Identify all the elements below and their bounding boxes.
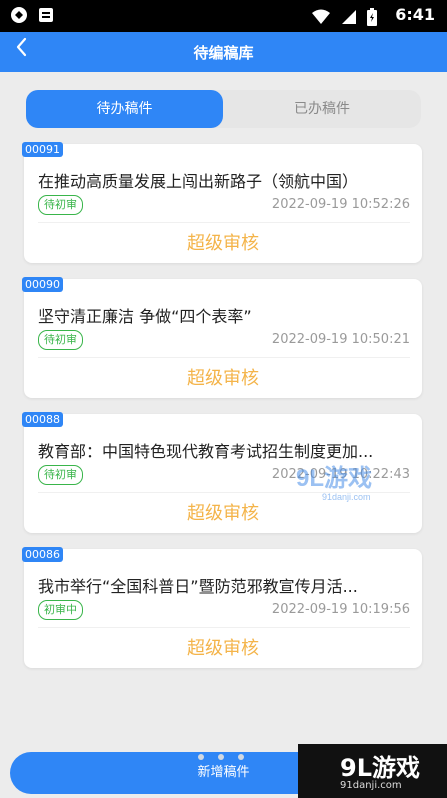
battery-icon (367, 8, 377, 30)
tab-pending[interactable]: 待办稿件 (26, 90, 223, 128)
page-indicator (198, 754, 244, 760)
id-badge: 00091 (22, 142, 63, 157)
divider (38, 357, 410, 358)
watermark-url: 91danji.com (340, 780, 402, 791)
card-title[interactable]: 教育部：中国特色现代教育考试招生制度更加... (38, 438, 410, 462)
super-review-button[interactable]: 超级审核 (24, 229, 422, 255)
divider (38, 627, 410, 628)
tab-bar: 待办稿件 已办稿件 (26, 90, 421, 128)
super-review-button[interactable]: 超级审核 (24, 364, 422, 390)
watermark-logo: 9L游戏 (340, 754, 420, 782)
page-title: 待编稿库 (193, 44, 254, 62)
timestamp: 2022-09-19 10:19:56 (271, 602, 410, 617)
card-title[interactable]: 我市举行“全国科普日”暨防范邪教宣传月活... (38, 573, 410, 597)
clock: 6:41 (395, 5, 435, 24)
id-badge: 00090 (22, 277, 63, 292)
status-badge: 初审中 (38, 600, 83, 620)
signal-icon (341, 9, 357, 29)
status-badge: 待初审 (38, 465, 83, 485)
watermark-mid: 9L游戏 91danji.com (292, 460, 392, 508)
status-badge: 待初审 (38, 330, 83, 350)
manuscript-card[interactable]: 00090 坚守清正廉洁 争做“四个表率” 待初审 2022-09-19 10:… (22, 277, 422, 398)
watermark-corner: 9L游戏 91danji.com (298, 744, 447, 798)
system-icons (311, 8, 377, 30)
timestamp: 2022-09-19 10:52:26 (271, 197, 410, 212)
tab-done[interactable]: 已办稿件 (223, 90, 421, 128)
watermark-mid-logo: 9L游戏 (296, 464, 372, 492)
divider (38, 222, 410, 223)
wifi-icon (311, 9, 331, 29)
card-title[interactable]: 坚守清正廉洁 争做“四个表率” (38, 303, 410, 327)
timestamp: 2022-09-19 10:50:21 (271, 332, 410, 347)
notification-icons (10, 6, 54, 28)
super-review-button[interactable]: 超级审核 (24, 634, 422, 660)
id-badge: 00086 (22, 547, 63, 562)
sim-icon (38, 6, 54, 28)
app-header: 待编稿库 (0, 32, 447, 72)
manuscript-card[interactable]: 00086 我市举行“全国科普日”暨防范邪教宣传月活... 初审中 2022-0… (22, 547, 422, 668)
status-bar: 6:41 (0, 0, 447, 32)
status-badge: 待初审 (38, 195, 83, 215)
app-icon (10, 6, 28, 28)
watermark-mid-url: 91danji.com (322, 492, 371, 502)
manuscript-card[interactable]: 00091 在推动高质量发展上闯出新路子（领航中国） 待初审 2022-09-1… (22, 142, 422, 263)
id-badge: 00088 (22, 412, 63, 427)
card-title[interactable]: 在推动高质量发展上闯出新路子（领航中国） (38, 168, 410, 192)
